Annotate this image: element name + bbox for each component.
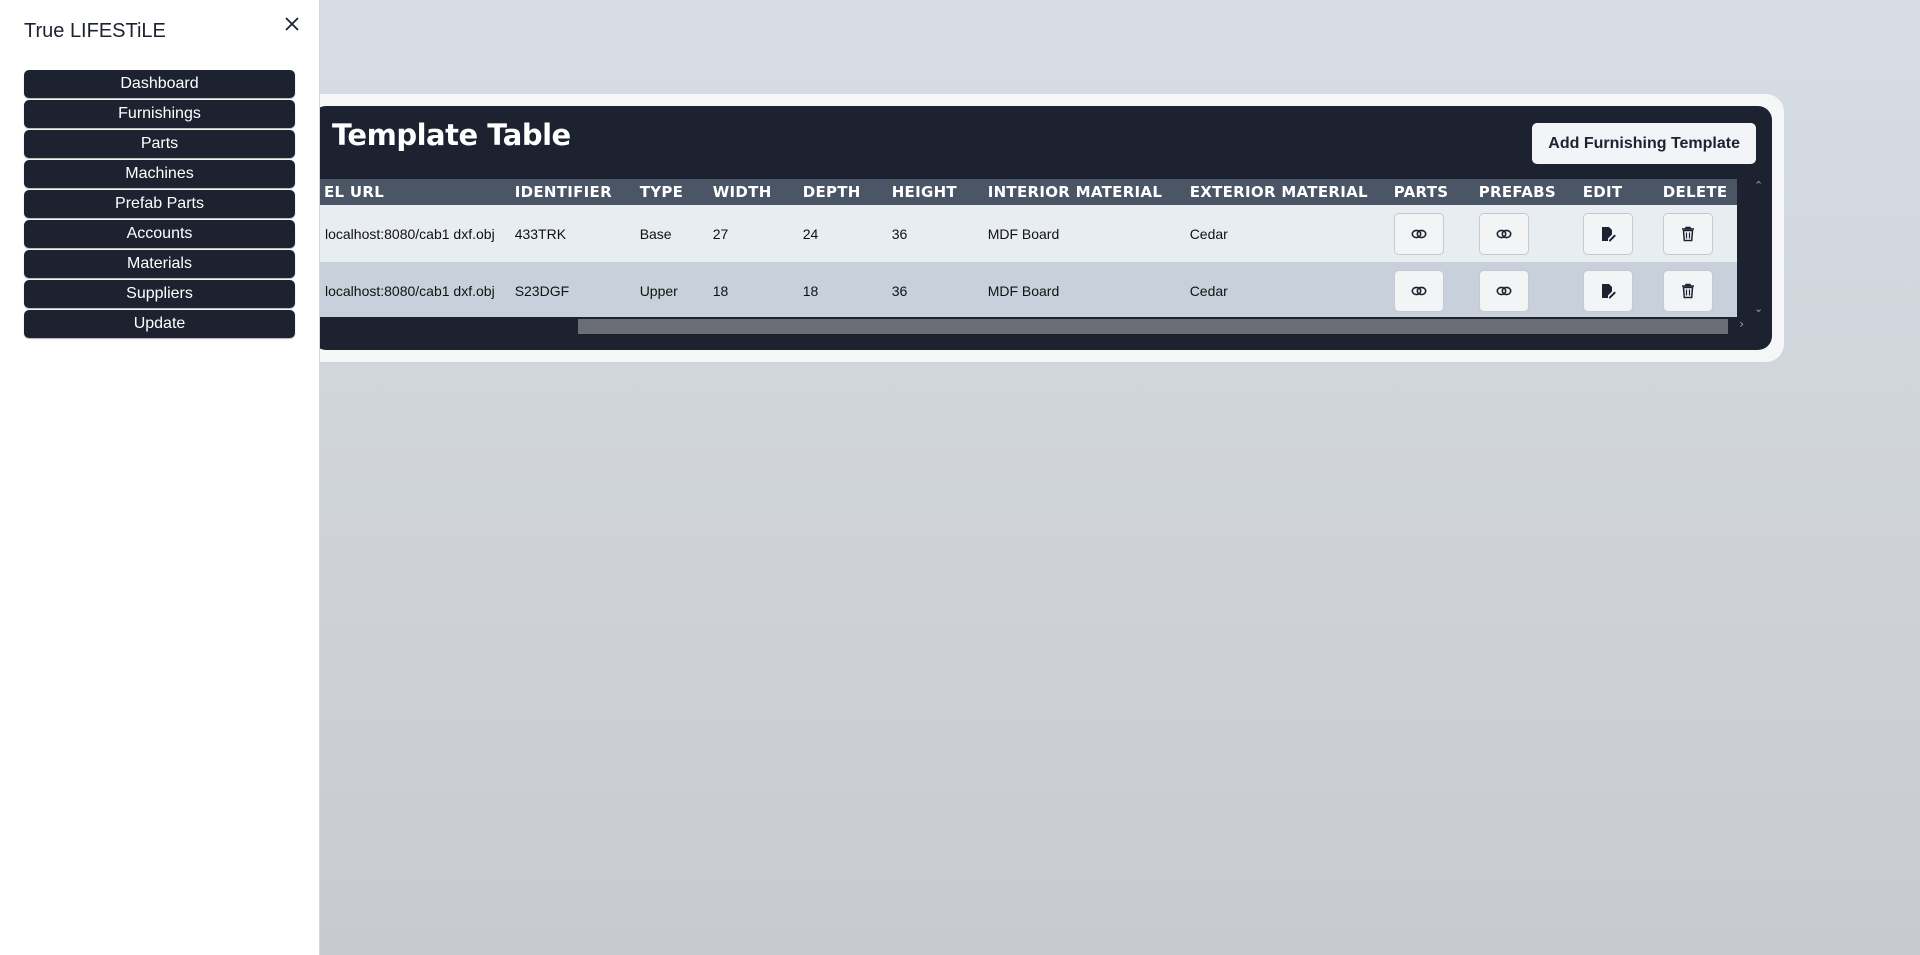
cell-parts bbox=[1384, 262, 1469, 317]
cell-identifier: 433TRK bbox=[514, 225, 567, 242]
sidebar-item-materials[interactable]: Materials bbox=[24, 250, 295, 278]
cell-prefabs bbox=[1469, 205, 1573, 262]
sidebar-nav: Dashboard Furnishings Parts Machines Pre… bbox=[24, 70, 295, 340]
cell-interior-material: MDF Board bbox=[987, 225, 1060, 242]
column-header-height: HEIGHT bbox=[891, 183, 957, 201]
column-header-depth: DEPTH bbox=[802, 183, 861, 201]
prefabs-link-button[interactable] bbox=[1478, 269, 1529, 312]
edit-button[interactable] bbox=[1582, 269, 1633, 312]
scroll-up-icon[interactable]: ⌃ bbox=[1754, 179, 1763, 192]
cell-identifier: S23DGF bbox=[514, 282, 570, 299]
edit-document-icon bbox=[1601, 283, 1616, 298]
cell-type: Base bbox=[639, 225, 672, 242]
edit-document-icon bbox=[1601, 226, 1616, 241]
trash-icon bbox=[1681, 283, 1694, 298]
sidebar-item-machines[interactable]: Machines bbox=[24, 160, 295, 188]
column-header-type: TYPE bbox=[639, 183, 684, 201]
sidebar-item-prefab-parts[interactable]: Prefab Parts bbox=[24, 190, 295, 218]
sidebar-item-parts[interactable]: Parts bbox=[24, 130, 295, 158]
cell-exterior-material: Cedar bbox=[1189, 225, 1228, 242]
cell-url: localhost:8080/cab1 dxf.obj bbox=[325, 225, 495, 242]
cell-delete bbox=[1653, 205, 1738, 262]
page-title: Template Table bbox=[332, 118, 571, 152]
column-header-url: EL URL bbox=[324, 183, 385, 201]
sidebar-item-suppliers[interactable]: Suppliers bbox=[24, 280, 295, 308]
cell-exterior-material: Cedar bbox=[1189, 282, 1228, 299]
template-table-card: Template Table Add Furnishing Template E… bbox=[312, 106, 1772, 350]
link-icon bbox=[1496, 229, 1512, 238]
scroll-down-icon[interactable]: ⌄ bbox=[1754, 302, 1763, 315]
table-header-row: EL URL IDENTIFIER TYPE WIDTH DEPTH HEIGH… bbox=[312, 179, 1738, 205]
column-header-prefabs: PREFABS bbox=[1478, 183, 1556, 201]
cell-depth: 18 bbox=[802, 282, 819, 299]
cell-url: localhost:8080/cab1 dxf.obj bbox=[325, 282, 495, 299]
trash-icon bbox=[1681, 226, 1694, 241]
cell-edit bbox=[1573, 262, 1653, 317]
link-icon bbox=[1411, 229, 1427, 238]
table-viewport: EL URL IDENTIFIER TYPE WIDTH DEPTH HEIGH… bbox=[312, 179, 1747, 317]
cell-prefabs bbox=[1469, 262, 1573, 317]
sidebar: True LIFESTiLE Dashboard Furnishings Par… bbox=[0, 0, 320, 955]
column-header-width: WIDTH bbox=[712, 183, 772, 201]
add-furnishing-template-button[interactable]: Add Furnishing Template bbox=[1532, 123, 1756, 164]
furnishing-template-table: EL URL IDENTIFIER TYPE WIDTH DEPTH HEIGH… bbox=[312, 179, 1738, 317]
cell-width: 18 bbox=[712, 282, 729, 299]
cell-height: 36 bbox=[891, 225, 908, 242]
brand-title: True LIFESTiLE bbox=[24, 20, 166, 42]
cell-interior-material: MDF Board bbox=[987, 282, 1060, 299]
link-icon bbox=[1411, 286, 1427, 295]
prefabs-link-button[interactable] bbox=[1478, 212, 1529, 255]
cell-delete bbox=[1653, 262, 1738, 317]
delete-button[interactable] bbox=[1662, 269, 1713, 312]
sidebar-item-furnishings[interactable]: Furnishings bbox=[24, 100, 295, 128]
sidebar-item-dashboard[interactable]: Dashboard bbox=[24, 70, 295, 98]
cell-depth: 24 bbox=[802, 225, 819, 242]
horizontal-scrollbar[interactable]: › bbox=[312, 317, 1747, 334]
horizontal-scroll-thumb[interactable] bbox=[578, 319, 1728, 334]
close-icon bbox=[285, 17, 299, 31]
edit-button[interactable] bbox=[1582, 212, 1633, 255]
sidebar-item-accounts[interactable]: Accounts bbox=[24, 220, 295, 248]
cell-edit bbox=[1573, 205, 1653, 262]
close-sidebar-button[interactable] bbox=[280, 12, 304, 36]
vertical-scrollbar[interactable]: ⌃ ⌄ bbox=[1747, 179, 1772, 317]
parts-link-button[interactable] bbox=[1393, 212, 1444, 255]
table-row: localhost:8080/cab1 dxf.obj S23DGF Upper… bbox=[312, 262, 1738, 317]
cell-type: Upper bbox=[639, 282, 678, 299]
column-header-identifier: IDENTIFIER bbox=[514, 183, 612, 201]
furnishing-template-panel: Template Table Add Furnishing Template E… bbox=[300, 94, 1784, 362]
sidebar-item-update[interactable]: Update bbox=[24, 310, 295, 338]
cell-parts bbox=[1384, 205, 1469, 262]
column-header-parts: PARTS bbox=[1393, 183, 1449, 201]
link-icon bbox=[1496, 286, 1512, 295]
delete-button[interactable] bbox=[1662, 212, 1713, 255]
parts-link-button[interactable] bbox=[1393, 269, 1444, 312]
column-header-exterior-material: EXTERIOR MATERIAL bbox=[1189, 183, 1368, 201]
column-header-edit: EDIT bbox=[1582, 183, 1623, 201]
cell-width: 27 bbox=[712, 225, 729, 242]
cell-height: 36 bbox=[891, 282, 908, 299]
column-header-delete: DELETE bbox=[1662, 183, 1728, 201]
table-row: localhost:8080/cab1 dxf.obj 433TRK Base … bbox=[312, 205, 1738, 262]
scroll-right-icon[interactable]: › bbox=[1739, 317, 1744, 331]
column-header-interior-material: INTERIOR MATERIAL bbox=[987, 183, 1163, 201]
